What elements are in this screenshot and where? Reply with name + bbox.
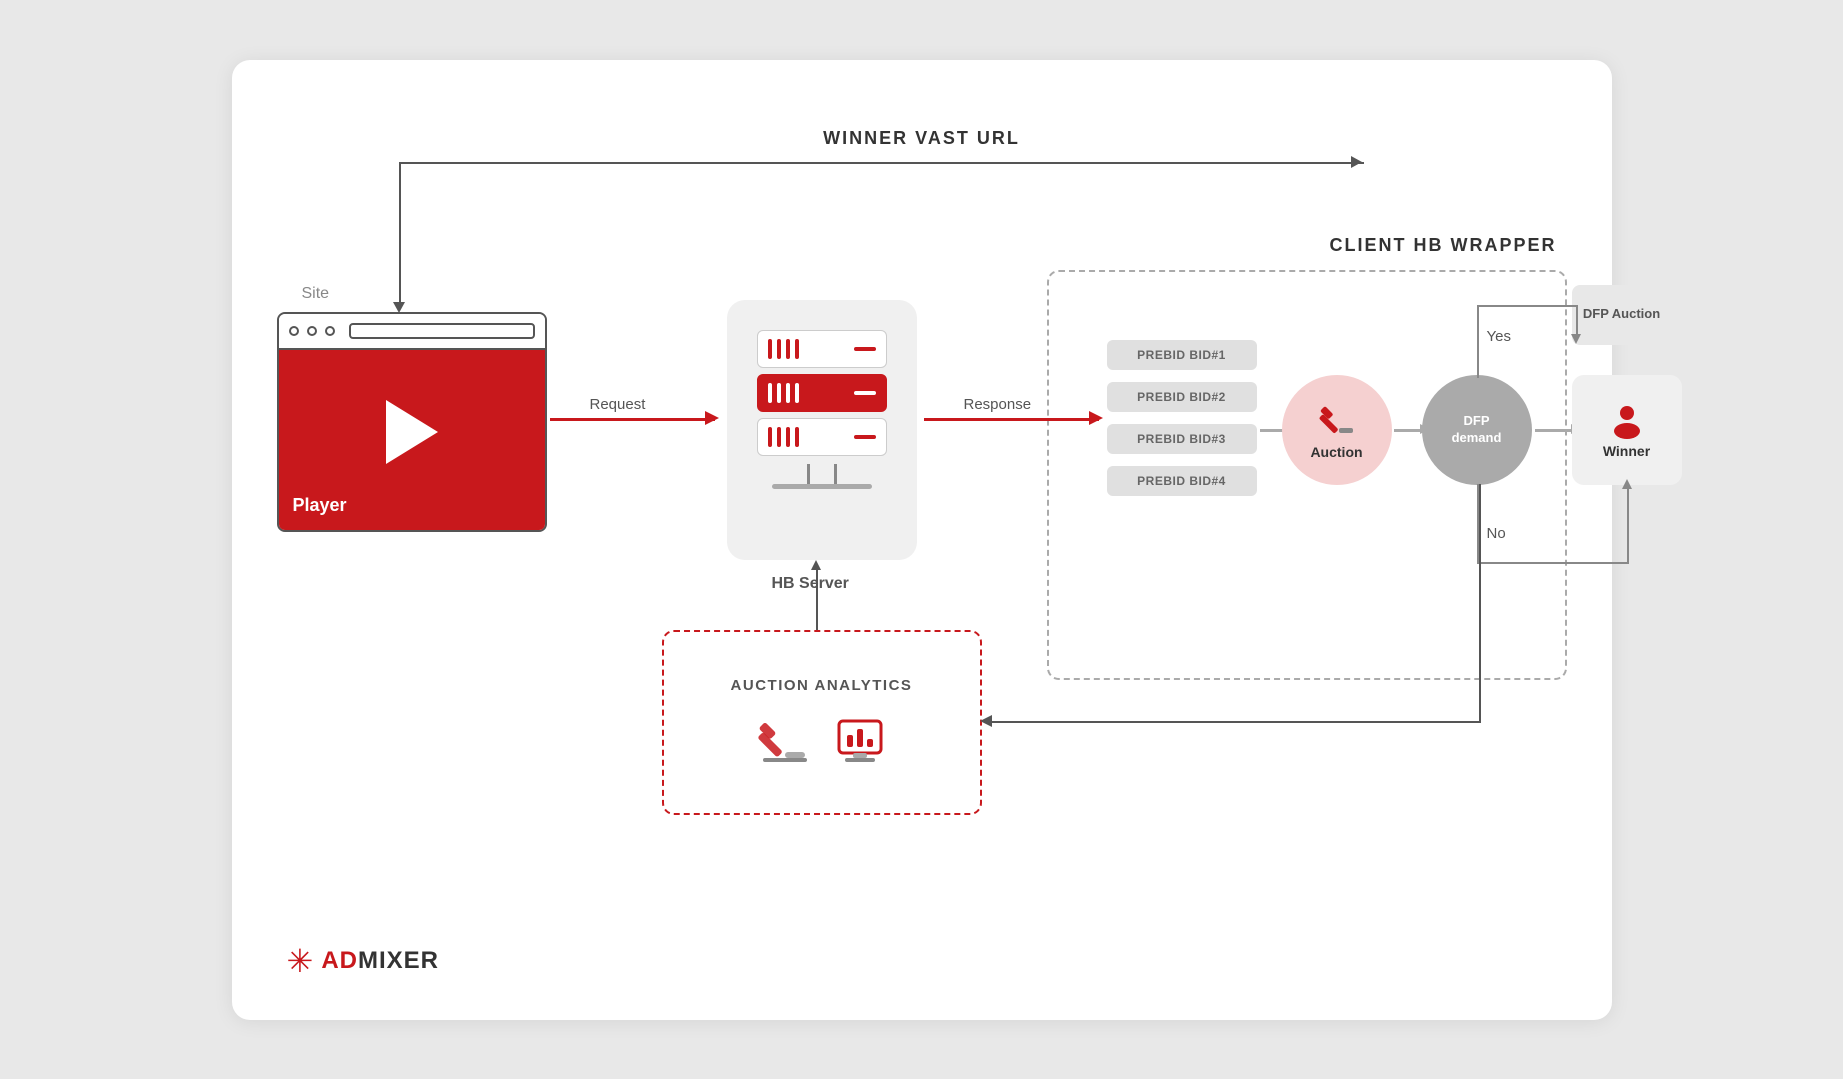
dfp-auction-label: DFP Auction [1583,306,1660,323]
winner-vast-arrow [1351,156,1368,168]
disk-dash [854,347,876,351]
disk-stripe [768,383,772,403]
winner-label: Winner [1603,443,1650,459]
dfp-demand-label: DFPdemand [1452,413,1502,447]
no-arrowhead [1622,474,1632,489]
no-branch-v2 [1627,484,1629,564]
yes-label: Yes [1487,328,1511,345]
disk-stripe [777,339,781,359]
disk-stripe [768,427,772,447]
yes-branch-horizontal [1477,305,1577,307]
response-label: Response [964,396,1032,413]
winner-person-icon [1608,401,1646,439]
admixer-logo: ✳ ADMIXER [287,942,440,980]
winner-vast-label: WINNER VAST URL [823,128,1020,149]
yes-branch-down [1576,305,1578,340]
server-disk-2 [757,374,887,412]
response-line [924,418,1099,421]
auction-to-dfp-line [1394,429,1426,432]
disk-stripe [777,383,781,403]
analytics-label: AUCTION ANALYTICS [731,677,913,694]
winner-vast-down [399,162,401,307]
server-disk-1 [757,330,887,368]
disk-dash [854,391,876,395]
browser-dot-1 [289,326,299,336]
gavel-icon [1317,400,1357,440]
disk-stripe [786,339,790,359]
site-label: Site [302,285,330,303]
server-stand [772,464,872,489]
analytics-gavel-icon [757,712,813,768]
prebid-bid-2: PREBID BID#2 [1107,382,1257,412]
browser-dot-2 [307,326,317,336]
player-label: Player [293,495,347,516]
client-hb-label: CLIENT HB WRAPPER [1330,235,1557,256]
disk-stripe [795,427,799,447]
disk-stripe [777,427,781,447]
request-label: Request [590,396,646,413]
dfp-demand-circle: DFPdemand [1422,375,1532,485]
analytics-h-line [984,721,1481,723]
dfp-to-winner-line [1535,429,1577,432]
server-base [772,484,872,489]
play-button-icon [386,400,438,464]
disk-stripe [768,339,772,359]
yes-branch-vertical [1477,305,1479,378]
dfp-auction-box: DFP Auction [1572,285,1672,345]
winner-vast-line [399,162,1364,164]
winner-box: Winner [1572,375,1682,485]
browser-titlebar [279,314,545,350]
server-disk-3 [757,418,887,456]
analytics-box: AUCTION ANALYTICS [662,630,982,815]
request-line [550,418,715,421]
prebid-bid-3: PREBID BID#3 [1107,424,1257,454]
yes-arrowhead [1571,334,1581,349]
hb-server-label: HB Server [772,575,849,593]
response-arrow-container: Response [924,418,1099,421]
request-arrowhead [705,411,726,425]
no-branch-h [1477,562,1629,564]
server-leg [807,464,837,484]
player-box: Player [277,312,547,532]
hb-server-box [727,300,917,560]
prebid-bid-1: PREBID BID#1 [1107,340,1257,370]
server-icon [757,330,887,456]
disk-stripe [786,427,790,447]
admixer-ad-part: AD [321,947,358,974]
player-content: Player [279,350,545,530]
disk-stripe [795,339,799,359]
browser-dot-3 [325,326,335,336]
hb-analytics-arrowhead [811,555,821,570]
dfp-down-line [1479,484,1481,722]
main-card: WINNER VAST URL CLIENT HB WRAPPER Site P… [232,60,1612,1020]
no-label: No [1487,525,1506,542]
disk-stripe [786,383,790,403]
analytics-h-arrowhead [974,715,992,727]
admixer-star-icon: ✳ [287,942,314,980]
hb-analytics-up-line [816,565,818,632]
analytics-icons [757,712,887,768]
prebid-bid-4: PREBID BID#4 [1107,466,1257,496]
disk-stripe [795,383,799,403]
analytics-chart-icon [833,713,887,767]
request-arrow-container: Request [550,418,715,421]
auction-label: Auction [1310,444,1362,460]
auction-circle: Auction [1282,375,1392,485]
browser-urlbar [349,323,535,339]
admixer-text: ADMIXER [321,947,439,975]
disk-dash [854,435,876,439]
prebid-bids-container: PREBID BID#1 PREBID BID#2 PREBID BID#3 P… [1107,340,1257,496]
